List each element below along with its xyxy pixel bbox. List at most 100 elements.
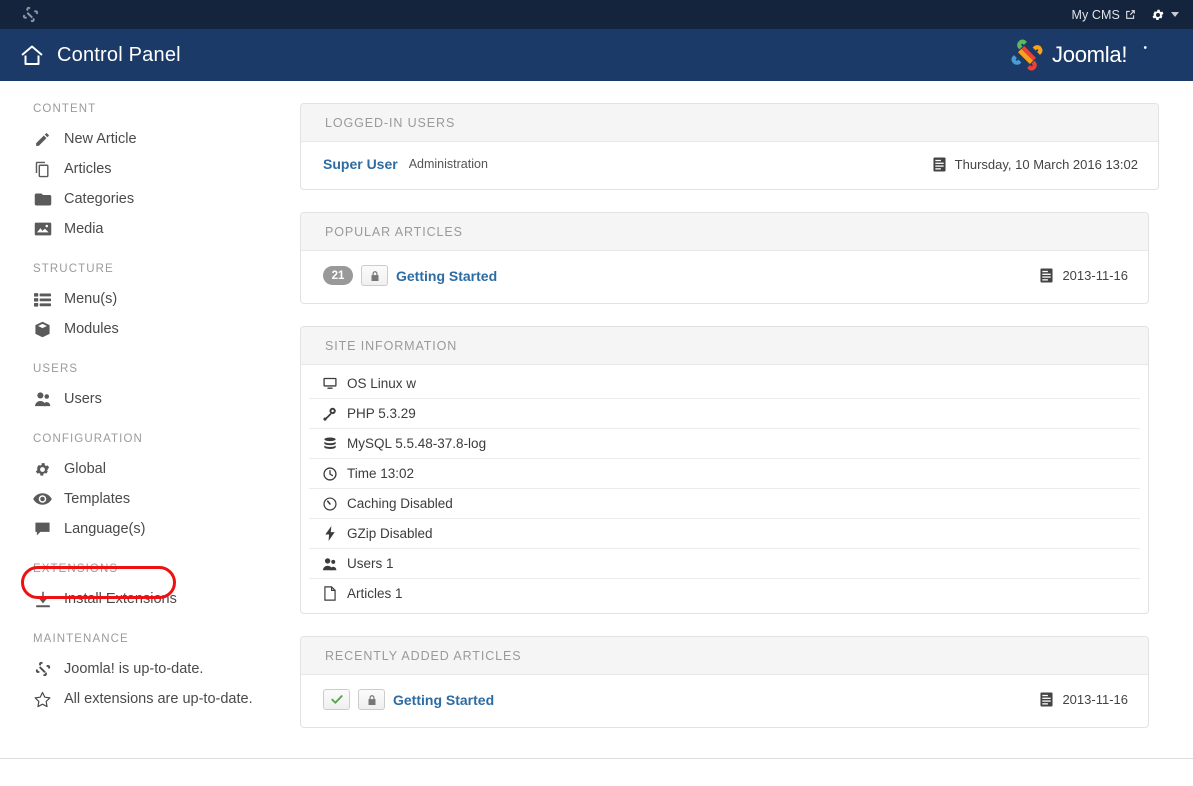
svg-text:Joomla!: Joomla! [1052,42,1127,67]
sidebar-item-media[interactable]: Media [0,214,298,244]
page-titlebar: Control Panel Joomla! [0,29,1193,81]
calendar-icon [1040,692,1053,707]
info-label: Users 1 [347,556,394,571]
list-item: GZip Disabled [309,519,1140,549]
row-right: 2013-11-16 [1040,268,1128,283]
sidebar-item-label: Templates [64,491,131,507]
panel-logged-in-users: LOGGED-IN USERS Super User Administratio… [300,103,1159,190]
article-date: 2013-11-16 [1062,692,1128,707]
gear-icon [1152,9,1164,20]
sidebar-heading-content: CONTENT [33,103,97,115]
footer-divider [0,758,1193,759]
users-icon [33,391,52,407]
pencil-icon [33,131,52,148]
chevron-down-icon [1171,12,1179,17]
list-item: Articles 1 [309,579,1140,608]
user-role-label: Administration [408,157,488,171]
panel-popular-articles: POPULAR ARTICLES 21 Getting Started 2013… [300,212,1149,304]
sidebar-item-extensions-update-status[interactable]: All extensions are up-to-date. [0,684,298,714]
sidebar-item-templates[interactable]: Templates [0,484,298,514]
sidebar-item-modules[interactable]: Modules [0,314,298,344]
sidebar-group-configuration: CONFIGURATION Global Templates Language(… [0,433,298,544]
titlebar-left: Control Panel [20,44,181,67]
panel-title: RECENTLY ADDED ARTICLES [301,637,1148,675]
topbar-left [22,6,39,23]
list-item: Time 13:02 [309,459,1140,489]
sidebar-item-label: Articles [64,161,112,177]
panel-site-information: SITE INFORMATION OS Linux w PHP 5.3.29 M… [300,326,1149,614]
sidebar-group-structure: STRUCTURE Menu(s) Modules [0,263,298,344]
table-row: Super User Administration Thursday, 10 M… [311,147,1148,181]
list-item: Caching Disabled [309,489,1140,519]
check-icon[interactable] [323,689,350,710]
sidebar-item-label: Users [64,391,102,407]
wrench-icon [321,407,338,421]
article-link[interactable]: Getting Started [393,692,494,708]
user-link[interactable]: Super User [323,156,398,172]
dashboard-icon [321,496,338,511]
sidebar-item-global[interactable]: Global [0,454,298,484]
comment-icon [33,521,52,537]
sidebar: CONTENT New Article Articles Categories [0,81,298,786]
panel-body: OS Linux w PHP 5.3.29 MySQL 5.5.48-37.8-… [301,365,1148,613]
panel-title: POPULAR ARTICLES [301,213,1148,251]
sidebar-item-label: Install Extensions [64,591,177,607]
image-icon [33,221,52,237]
top-utility-bar: My CMS [0,0,1193,29]
sidebar-item-label: Language(s) [64,521,146,537]
site-preview-link[interactable]: My CMS [1071,8,1136,22]
monitor-icon [321,377,338,390]
table-row: Getting Started 2013-11-16 [311,680,1138,719]
sidebar-item-label: Joomla! is up-to-date. [64,661,204,677]
folder-icon [33,191,52,208]
page-title: Control Panel [57,43,181,66]
sidebar-item-install-extensions[interactable]: Install Extensions [0,584,298,614]
info-label: Time 13:02 [347,466,415,481]
info-label: MySQL 5.5.48-37.8-log [347,436,487,451]
copy-icon [33,161,52,178]
download-icon [33,591,52,608]
admin-settings-menu[interactable] [1151,8,1179,22]
row-right: 2013-11-16 [1040,692,1128,707]
sidebar-item-label: Modules [64,321,119,337]
sidebar-heading-users: USERS [33,363,79,375]
article-link[interactable]: Getting Started [396,268,497,284]
row-right: Thursday, 10 March 2016 13:02 [933,157,1138,172]
sidebar-item-new-article[interactable]: New Article [0,124,298,154]
database-icon [321,436,338,451]
info-label: Articles 1 [347,586,403,601]
home-icon [21,45,43,65]
lock-icon[interactable] [358,689,385,710]
joomla-logo-icon [1011,39,1043,71]
joomla-icon [33,661,52,677]
sidebar-heading-extensions: EXTENSIONS [33,563,119,575]
cube-icon [33,321,52,338]
joomla-brand: Joomla! [1009,37,1175,73]
bolt-icon [321,526,338,541]
table-row: 21 Getting Started 2013-11-16 [311,256,1138,295]
sidebar-item-menus[interactable]: Menu(s) [0,284,298,314]
row-left: Super User Administration [323,156,488,172]
main-shell: CONTENT New Article Articles Categories [0,81,1193,786]
external-link-icon [1126,10,1135,19]
joomla-icon [22,6,39,23]
joomla-wordmark: Joomla! [1052,42,1147,67]
panel-body: Getting Started 2013-11-16 [301,675,1148,727]
sidebar-item-categories[interactable]: Categories [0,184,298,214]
lock-icon[interactable] [361,265,388,286]
article-date: 2013-11-16 [1062,268,1128,283]
clock-icon [321,466,338,481]
sidebar-item-users[interactable]: Users [0,384,298,414]
sidebar-item-label: Global [64,461,106,477]
info-label: PHP 5.3.29 [347,406,416,421]
sidebar-group-extensions: EXTENSIONS Install Extensions [0,563,298,614]
panel-title: LOGGED-IN USERS [301,104,1158,142]
list-item: Users 1 [309,549,1140,579]
site-name-label: My CMS [1071,7,1120,22]
panel-body: Super User Administration Thursday, 10 M… [301,142,1158,189]
sidebar-heading-configuration: CONFIGURATION [33,433,143,445]
sidebar-item-joomla-update-status[interactable]: Joomla! is up-to-date. [0,654,298,684]
list-item: MySQL 5.5.48-37.8-log [309,429,1140,459]
sidebar-item-articles[interactable]: Articles [0,154,298,184]
sidebar-item-languages[interactable]: Language(s) [0,514,298,544]
